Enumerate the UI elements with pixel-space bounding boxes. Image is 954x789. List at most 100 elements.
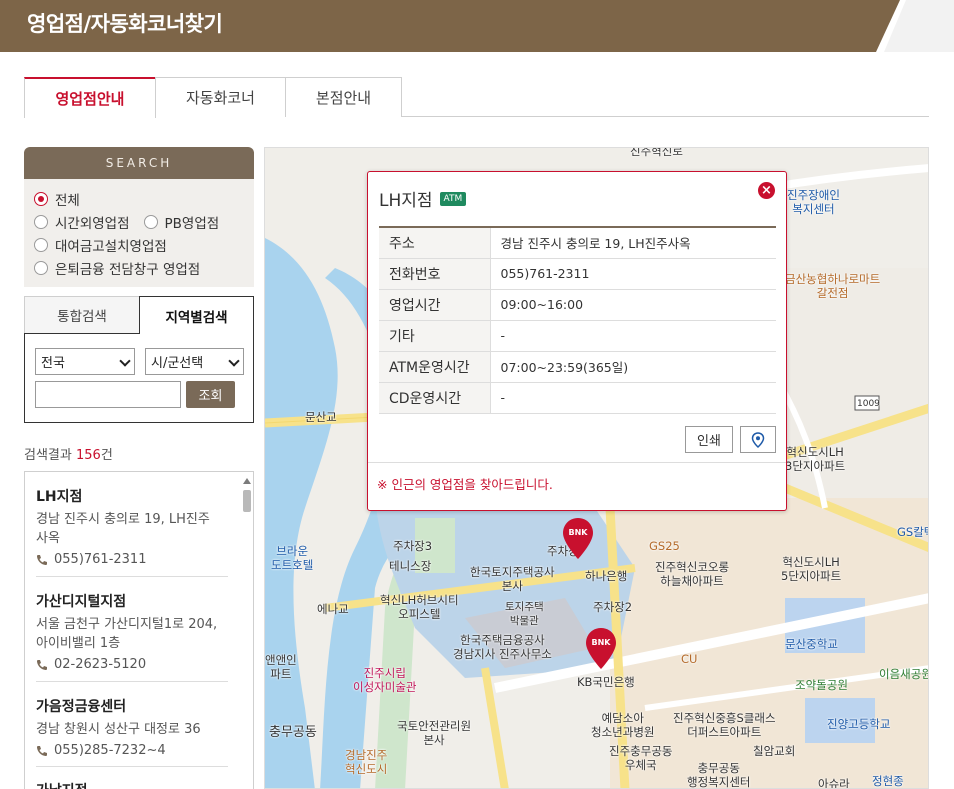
info-value: 09:00~16:00 bbox=[490, 289, 776, 321]
radio-safe-deposit[interactable] bbox=[34, 237, 48, 252]
info-value: 055)761-2311 bbox=[490, 258, 776, 290]
map-label-line: 한국주택금융공사 bbox=[460, 633, 545, 647]
region-search-form: 전국 시/군선택 조회 bbox=[24, 333, 254, 423]
table-row: 기타 - bbox=[379, 320, 776, 352]
map-label-line: 진주장애인 bbox=[787, 188, 840, 202]
result-count: 검색결과 156건 bbox=[24, 444, 113, 463]
info-value: 07:00~23:59(365일) bbox=[490, 351, 776, 383]
map-label: 혁신도시LH 3단지아파트 bbox=[785, 445, 845, 473]
map-label: CU bbox=[681, 652, 698, 666]
table-row: 영업시간 09:00~16:00 bbox=[379, 289, 776, 321]
map-label-line: 앤앤인 bbox=[265, 653, 297, 667]
radio-retirement[interactable] bbox=[34, 260, 48, 275]
tab-atm-corner[interactable]: 자동화코너 bbox=[155, 77, 286, 117]
marker-label: BNK bbox=[569, 528, 589, 537]
map-label: 토지주택 박물관 bbox=[505, 600, 544, 628]
address-line: 아이비밸리 1층 bbox=[36, 636, 121, 651]
phone-number: 02-2623-5120 bbox=[54, 657, 147, 672]
list-item[interactable]: 가음정금융센터 경남 창원시 성산구 대정로 36 055)285-7232~4 bbox=[36, 696, 228, 758]
scroll-up-icon[interactable] bbox=[243, 478, 251, 484]
map-label-line: 혁신LH허브시티 bbox=[380, 593, 459, 607]
divider bbox=[36, 766, 228, 767]
city-select[interactable]: 시/군선택 bbox=[145, 348, 244, 375]
map-label-line: 3단지아파트 bbox=[785, 459, 846, 473]
region-select[interactable]: 전국 bbox=[35, 348, 135, 375]
phone-number: 055)285-7232~4 bbox=[54, 743, 166, 758]
phone-icon bbox=[37, 659, 47, 670]
table-row: ATM운영시간 07:00~23:59(365일) bbox=[379, 351, 776, 383]
location-button[interactable] bbox=[740, 426, 776, 453]
branch-info-table: 주소 경남 진주시 충의로 19, LH진주사옥 전화번호 055)761-23… bbox=[379, 226, 776, 414]
map-label-line: 충무공동 bbox=[697, 761, 740, 775]
branch-name[interactable]: 가음정금융센터 bbox=[36, 696, 228, 716]
map-label: 브라운 도트호텔 bbox=[271, 544, 313, 572]
list-item[interactable]: LH지점 경남 진주시 충의로 19, LH진주 사옥 055)761-2311 bbox=[36, 486, 228, 567]
search-button[interactable]: 조회 bbox=[186, 381, 235, 408]
radio-pb[interactable] bbox=[143, 214, 158, 229]
list-item[interactable]: 가남지점 bbox=[36, 780, 228, 789]
map-label-line: 5단지아파트 bbox=[781, 569, 842, 583]
table-row: CD운영시간 - bbox=[379, 382, 776, 414]
map-label: GS25 bbox=[649, 539, 680, 553]
page-title: 영업점/자동화코너찾기 bbox=[27, 12, 223, 36]
nearby-branch-note[interactable]: ※ 인근의 영업점을 찾아드립니다. bbox=[377, 474, 553, 493]
info-key: 전화번호 bbox=[379, 258, 491, 290]
popup-title: LH지점 ATM bbox=[379, 186, 467, 211]
scrollbar-thumb[interactable] bbox=[243, 490, 251, 512]
map-label-line: 국토안전관리원 bbox=[397, 719, 472, 733]
map-label-line: 진주혁신중흥S클래스 bbox=[673, 711, 776, 725]
branch-name[interactable]: 가산디지털지점 bbox=[36, 591, 228, 611]
radio-after-hours[interactable] bbox=[34, 214, 48, 229]
tab-head-office[interactable]: 본점안내 bbox=[285, 77, 402, 117]
info-value: - bbox=[490, 382, 776, 414]
map-label-line: 오피스텔 bbox=[398, 607, 441, 621]
map-label-line: 박물관 bbox=[509, 615, 539, 627]
print-button[interactable]: 인쇄 bbox=[685, 426, 733, 453]
phone-number: 055)761-2311 bbox=[54, 552, 147, 567]
table-row: 전화번호 055)761-2311 bbox=[379, 258, 776, 290]
radio-button[interactable] bbox=[34, 191, 48, 206]
radio-all[interactable]: 전체 bbox=[34, 187, 244, 210]
map-label: 앤앤인 파트 bbox=[265, 653, 297, 681]
page-header: 영업점/자동화코너찾기 bbox=[0, 0, 954, 52]
branch-name[interactable]: LH지점 bbox=[36, 486, 228, 506]
branch-address: 경남 진주시 충의로 19, LH진주 사옥 bbox=[36, 510, 228, 548]
map-label-line: 금산농협하나로마트 bbox=[785, 272, 881, 286]
map-label: GS칼텍 bbox=[897, 525, 928, 539]
map-label-line: 혁신도시LH bbox=[782, 555, 840, 569]
marker-label: BNK bbox=[592, 638, 612, 647]
atm-badge: ATM bbox=[439, 191, 467, 206]
info-key: 기타 bbox=[379, 320, 491, 352]
result-count-prefix: 검색결과 bbox=[24, 448, 72, 463]
map-pin-icon[interactable]: BNK bbox=[584, 627, 618, 671]
tab-branch-info[interactable]: 영업점안내 bbox=[24, 77, 156, 118]
keyword-input[interactable] bbox=[35, 381, 181, 408]
map-label-line: 복지센터 bbox=[792, 202, 835, 216]
tab-region-search[interactable]: 지역별검색 bbox=[139, 296, 254, 334]
branch-name[interactable]: 가남지점 bbox=[36, 780, 228, 789]
map-label: 진주혁신중흥S클래스 더퍼스트아파트 bbox=[673, 711, 776, 739]
map-label-line: 경남지사 진주사무소 bbox=[453, 647, 552, 661]
branch-address: 서울 금천구 가산디지털1로 204, 아이비밸리 1층 bbox=[36, 615, 228, 653]
list-item[interactable]: 가산디지털지점 서울 금천구 가산디지털1로 204, 아이비밸리 1층 02-… bbox=[36, 591, 228, 672]
map-label: KB국민은행 bbox=[577, 675, 635, 689]
map-label-line: 하늘채아파트 bbox=[660, 574, 724, 588]
map-label: 문산중학교 bbox=[785, 637, 838, 651]
map-label: 정현종 bbox=[872, 774, 904, 788]
info-key: 영업시간 bbox=[379, 289, 491, 321]
close-icon[interactable]: × bbox=[758, 182, 775, 199]
map-label-line: 이성자미술관 bbox=[353, 680, 417, 694]
map-label-line: 진주혁신코오롱 bbox=[655, 560, 730, 574]
map-pin-icon[interactable]: BNK bbox=[561, 517, 595, 561]
result-count-suffix: 건 bbox=[100, 448, 113, 463]
search-heading: SEARCH bbox=[24, 147, 254, 179]
radio-label: PB영업점 bbox=[164, 215, 220, 232]
info-value: 경남 진주시 충의로 19, LH진주사옥 bbox=[490, 227, 776, 259]
main-tabs: 영업점안내 자동화코너 본점안내 bbox=[24, 77, 929, 118]
map-label: 진주장애인 복지센터 bbox=[787, 188, 840, 216]
map-label-line: 청소년과병원 bbox=[591, 725, 655, 739]
branch-address: 경남 창원시 성산구 대정로 36 bbox=[36, 720, 228, 739]
tab-integrated-search[interactable]: 통합검색 bbox=[24, 296, 140, 334]
map-label-line: 경남진주 bbox=[345, 748, 388, 762]
result-count-number: 156 bbox=[75, 448, 101, 463]
